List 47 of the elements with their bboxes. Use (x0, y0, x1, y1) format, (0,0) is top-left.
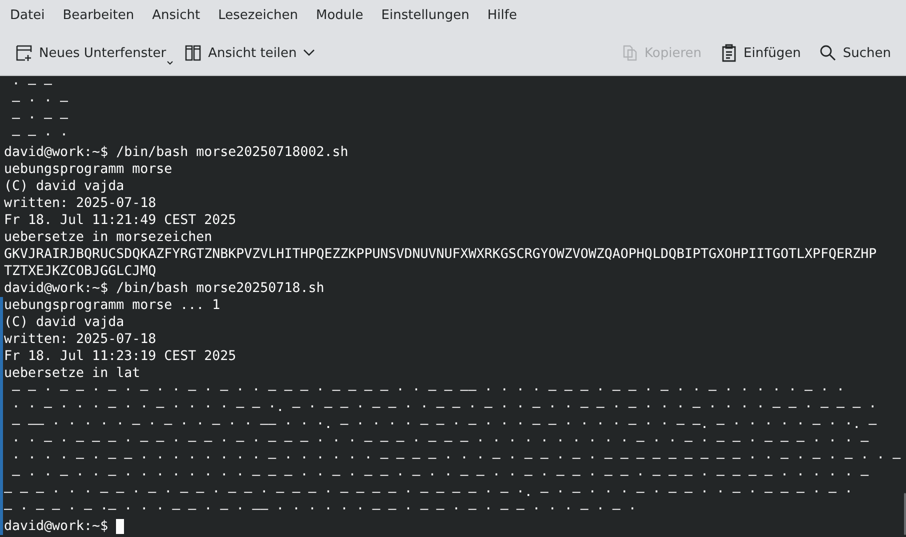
terminal-line: Fr 18. Jul 11:21:49 CEST 2025 (4, 212, 238, 229)
terminal-line: – · – – (11, 110, 70, 127)
terminal-line: – – · – – · – · – · · – · – · · – – – · – – – – · · – – –– · · · · – – – · – – · – · · – · · · · · – · · (11, 382, 846, 399)
terminal-line: – · – – · – ·– · · · – – · – · –– · · · · · · – – · – – · – · – – · · · – · – · (4, 501, 638, 518)
menu-item[interactable]: Datei (1, 4, 54, 27)
terminal-line: uebungsprogramm morse (4, 161, 174, 178)
menu-item[interactable]: Hilfe (478, 4, 526, 27)
terminal-line: Fr 18. Jul 11:23:19 CEST 2025 (4, 348, 238, 365)
terminal-line: written: 2025-07-18 (4, 331, 158, 348)
scrollbar-thumb[interactable] (904, 493, 906, 535)
terminal-line: GKVJRAIRJBQRUCSDQKAZFYRGTZNBKPVZVLHITHPQEZZKPPUNSVDNUVNUFXWXRKGSCRGYOWZVOWZQAOPHQLDQBIPTGXOHPIITGOTLXPFQERZHP (4, 246, 878, 263)
terminal-line: (C) david vajda (4, 178, 126, 195)
terminal-line: TZTXEJKZCOBJGGLCJMQ (4, 263, 158, 280)
chevron-down-icon (302, 49, 315, 57)
new-tab-icon (15, 44, 33, 62)
menu-item[interactable]: Module (306, 4, 372, 27)
terminal-line: david@work:~$ /bin/bash morse20250718.sh (4, 280, 326, 297)
menu-item[interactable]: Einstellungen (372, 4, 478, 27)
terminal-line: david@work:~$ /bin/bash morse20250718002.sh (4, 144, 350, 161)
terminal-line: written: 2025-07-18 (4, 195, 158, 212)
copy-icon (620, 44, 638, 62)
terminal-line: – · · – (11, 93, 70, 110)
terminal-line: – – · · (11, 127, 70, 144)
terminal-line: · – – (11, 76, 54, 93)
terminal-line: uebersetze in lat (4, 365, 142, 382)
terminal-line: – · · – · · – · · · · · · · · – – – · · – · – – · – · · – – · · – · – – · – – · – – – · – – – – · · · · · – (11, 467, 870, 484)
menu-item[interactable]: Ansicht (143, 4, 210, 27)
terminal-line: · · – · – – – · – – · – – · – · – – – · · · – – – · – – – · · · · · · · · · · – · · – · – – · – – – · · · – (11, 433, 870, 450)
search-icon (818, 44, 837, 62)
terminal-line: · · · · – · – – · · · · · · · · – · · · · · · – – – – · · · – · – – · – · – – – – – – – – – · · – · – · – · · – (11, 450, 901, 467)
terminal[interactable] (0, 76, 906, 537)
terminal-line: · · – · · · – · · – · · · · – – ·. – · – – · – – · · – – · – · · – · · – – · – · · · – · · · · – – · – – – · (11, 399, 878, 416)
toolbar-button[interactable]: Suchen (812, 39, 898, 67)
clipboard-icon (720, 44, 738, 62)
toolbar-button[interactable]: Ansicht teilen (177, 39, 322, 67)
shell-prompt: david@work:~$ (4, 518, 110, 535)
terminal-line: (C) david vajda (4, 314, 126, 331)
menu-item[interactable]: Bearbeiten (54, 4, 144, 27)
terminal-line: – – – · · · – – · – · – – · – – · – – – · – – – – · – – – – · – ·. – · – · · · – · – – · · – · – – – · – · (4, 484, 854, 501)
split-view-icon (184, 44, 202, 62)
toolbar-button[interactable]: Neues Unterfenster (8, 39, 174, 67)
menu-item[interactable]: Lesezeichen (209, 4, 307, 27)
caret-icon (167, 61, 174, 65)
terminal-line: – –– · · · · · – · – · · – · · –– · · ·. – · · · · – – · – · · · – – · · · · – · · – –. – · · · · · – · ·. – (11, 416, 878, 433)
terminal-line: uebersetze in morsezeichen (4, 229, 214, 246)
terminal-line: uebungsprogramm morse ... 1 (4, 297, 222, 314)
toolbar-button[interactable]: Einfügen (712, 39, 808, 67)
